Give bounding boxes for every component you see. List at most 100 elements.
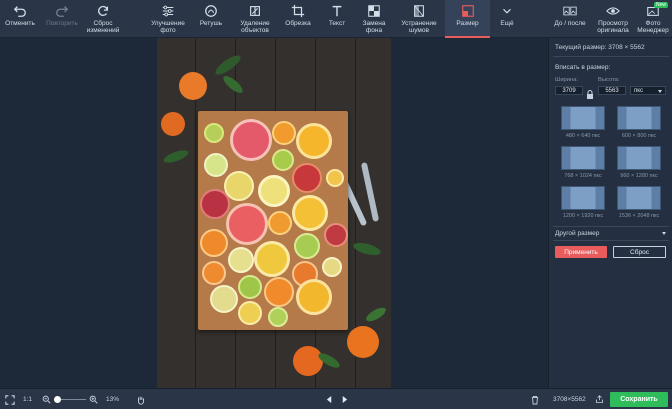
- previous-image-icon[interactable]: [326, 389, 333, 409]
- denoise-icon: [411, 4, 427, 18]
- background-icon: [366, 4, 382, 18]
- divider: [553, 226, 669, 227]
- preset-label: 480 × 640 пкс: [565, 133, 601, 139]
- preset-label: 768 × 1024 пкс: [564, 173, 602, 179]
- preset-thumbnail: [561, 106, 605, 130]
- text-button[interactable]: Текст: [320, 0, 354, 38]
- chevron-down-icon: [662, 232, 666, 235]
- replace-bg-button[interactable]: Замена фона: [356, 0, 392, 38]
- preset-label: 1200 × 1920 пкс: [562, 213, 604, 219]
- resize-panel: Текущий размер: 3708 × 5562 Вписать в ра…: [548, 38, 672, 388]
- apply-button[interactable]: Применить: [555, 246, 607, 258]
- photo-manager-label: Фото Менеджер: [637, 20, 669, 34]
- reset-button[interactable]: Сброс: [613, 246, 666, 258]
- cutting-board: [198, 111, 348, 330]
- denoise-label: Устранение шумов: [401, 20, 437, 34]
- enhance-button[interactable]: Улучшение фото: [146, 0, 190, 38]
- more-button[interactable]: Ещё: [494, 0, 520, 38]
- divider: [553, 240, 669, 241]
- preset-label: 1536 × 2048 пкс: [618, 213, 660, 219]
- width-input[interactable]: 3709: [555, 86, 583, 95]
- resize-icon: [460, 4, 476, 18]
- redo-button[interactable]: Повторить: [42, 0, 82, 38]
- actual-size-button[interactable]: 1:1: [23, 389, 32, 409]
- preset-600x800[interactable]: 600 × 800 пкс: [617, 106, 661, 139]
- zoom-slider-knob[interactable]: [54, 396, 61, 403]
- view-original-label: Просмотр оригинала: [597, 20, 629, 34]
- crop-label: Обрезка: [285, 20, 311, 27]
- image-dimensions: 3708×5562: [553, 396, 586, 403]
- chevron-down-icon: [499, 4, 515, 18]
- preset-480x640[interactable]: 480 × 640 пкс: [561, 106, 605, 139]
- text-label: Текст: [328, 20, 346, 27]
- reset-changes-label: Сброс изменений: [86, 20, 120, 34]
- image-canvas[interactable]: [0, 38, 548, 388]
- preset-thumbnail: [561, 186, 605, 210]
- other-size-label: Другой размер: [555, 230, 600, 237]
- trash-icon[interactable]: [531, 389, 539, 409]
- undo-label: Отменить: [5, 20, 35, 27]
- zoom-out-icon[interactable]: [42, 389, 51, 409]
- preset-thumbnail: [561, 146, 605, 170]
- remove-objects-label: Удаление объектов: [240, 20, 270, 34]
- preset-label: 960 × 1280 пкс: [620, 173, 658, 179]
- resize-label: Размер: [456, 20, 479, 27]
- text-icon: [329, 4, 345, 18]
- preset-thumbnail: [617, 106, 661, 130]
- height-input[interactable]: 5563: [598, 86, 626, 95]
- bottom-bar: 1:1 13% 3708×5562 Сохранить: [0, 388, 672, 409]
- denoise-button[interactable]: Устранение шумов: [396, 0, 442, 38]
- retouch-icon: [203, 4, 219, 18]
- photo-preview: [157, 38, 391, 388]
- reset-changes-button[interactable]: Сброс изменений: [84, 0, 122, 38]
- eraser-icon: [247, 4, 263, 18]
- main-toolbar: Отменить Повторить Сброс изменений Улучш…: [0, 0, 672, 38]
- current-size-text: Текущий размер: 3708 × 5562: [555, 44, 645, 51]
- other-size-dropdown[interactable]: Другой размер: [555, 228, 669, 239]
- enhance-label: Улучшение фото: [151, 20, 185, 34]
- export-icon[interactable]: [595, 389, 604, 409]
- preset-1200x1920[interactable]: 1200 × 1920 пкс: [561, 186, 605, 219]
- fit-screen-icon[interactable]: [5, 389, 15, 409]
- more-label: Ещё: [500, 20, 514, 27]
- resize-button[interactable]: Размер: [445, 0, 490, 38]
- eye-icon: [605, 4, 621, 18]
- zoom-level: 13%: [106, 396, 120, 403]
- redo-icon: [54, 4, 70, 18]
- preset-thumbnail: [617, 146, 661, 170]
- redo-label: Повторить: [46, 20, 78, 27]
- view-original-button[interactable]: Просмотр оригинала: [594, 0, 632, 38]
- preset-thumbnail: [617, 186, 661, 210]
- retouch-button[interactable]: Ретушь: [194, 0, 228, 38]
- width-label: Ширина:: [555, 77, 579, 83]
- save-button[interactable]: Сохранить: [610, 392, 668, 407]
- crop-icon: [290, 4, 306, 18]
- unit-select[interactable]: пкс: [630, 86, 666, 95]
- next-image-icon[interactable]: [341, 389, 348, 409]
- fit-to-size-label: Вписать в размер:: [555, 64, 611, 71]
- hand-tool-icon[interactable]: [136, 389, 146, 409]
- zoom-in-icon[interactable]: [89, 389, 98, 409]
- retouch-label: Ретушь: [199, 20, 223, 27]
- before-after-button[interactable]: До / после: [550, 0, 590, 38]
- divider: [553, 56, 669, 57]
- before-after-label: До / после: [554, 20, 586, 27]
- before-after-icon: [562, 4, 578, 18]
- chevron-down-icon: [658, 90, 662, 93]
- refresh-icon: [95, 4, 111, 18]
- unit-value: пкс: [634, 87, 643, 94]
- remove-objects-button[interactable]: Удаление объектов: [233, 0, 277, 38]
- new-badge: New: [653, 2, 668, 8]
- preset-1536x2048[interactable]: 1536 × 2048 пкс: [617, 186, 661, 219]
- preset-label: 600 × 800 пкс: [621, 133, 657, 139]
- replace-bg-label: Замена фона: [362, 20, 386, 34]
- sliders-icon: [160, 4, 176, 18]
- photo-manager-button[interactable]: Фото Менеджер New: [634, 0, 672, 38]
- preset-960x1280[interactable]: 960 × 1280 пкс: [617, 146, 661, 179]
- preset-768x1024[interactable]: 768 × 1024 пкс: [561, 146, 605, 179]
- lock-icon[interactable]: [586, 86, 594, 99]
- height-label: Высота:: [598, 77, 620, 83]
- undo-icon: [12, 4, 28, 18]
- undo-button[interactable]: Отменить: [2, 0, 38, 38]
- crop-button[interactable]: Обрезка: [281, 0, 315, 38]
